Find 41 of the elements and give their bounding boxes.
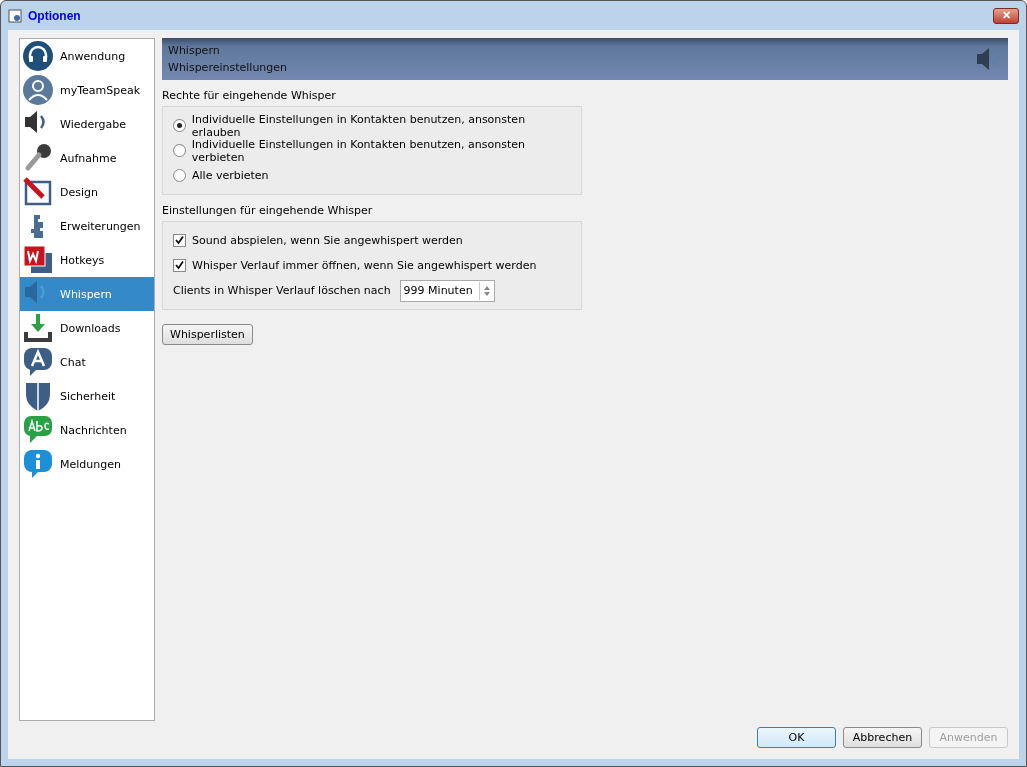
- category-item[interactable]: Aufnahme: [20, 141, 154, 175]
- category-item[interactable]: myTeamSpeak: [20, 73, 154, 107]
- category-item[interactable]: Design: [20, 175, 154, 209]
- dialog-button[interactable]: Abbrechen: [843, 727, 922, 748]
- hotkey-icon: [22, 244, 54, 276]
- message-bubble-icon: [22, 414, 54, 446]
- dialog-button[interactable]: OK: [757, 727, 836, 748]
- group-label: Einstellungen für eingehende Whisper: [162, 204, 373, 217]
- category-item[interactable]: Downloads: [20, 311, 154, 345]
- checkbox-label: Sound abspielen, wenn Sie angewhispert werden: [192, 234, 463, 247]
- settings-window-icon: [8, 8, 22, 23]
- chat-bubble-icon: [22, 346, 54, 378]
- category-item[interactable]: Erweiterungen: [20, 209, 154, 243]
- radio-label: Alle verbieten: [192, 169, 269, 182]
- category-item[interactable]: Whispern: [20, 277, 154, 311]
- checkbox[interactable]: [173, 259, 186, 272]
- checkbox[interactable]: [173, 234, 186, 247]
- category-item[interactable]: Wiedergabe: [20, 107, 154, 141]
- radio-label: Individuelle Einstellungen in Kontakten benutzen, ansonsten verbieten: [191, 137, 526, 164]
- page-title: Whispern: [168, 44, 221, 57]
- spin-label: Clients in Whisper Verlauf löschen nach: [173, 284, 391, 297]
- group-label: Rechte für eingehende Whisper: [162, 89, 336, 102]
- page-subtitle: Whispereinstellungen: [168, 61, 289, 74]
- checkbox-label: Whisper Verlauf immer öffnen, wenn Sie angewhispert werden: [192, 259, 537, 272]
- category-item[interactable]: Nachrichten: [20, 413, 154, 447]
- user-icon: [22, 74, 54, 106]
- minutes-spinbox[interactable]: 999 Minuten: [399, 279, 495, 302]
- pencil-icon: [22, 176, 54, 208]
- radio-button[interactable]: [173, 169, 186, 182]
- category-item[interactable]: Chat: [20, 345, 154, 379]
- info-bubble-icon: [22, 448, 54, 480]
- whisperlists-button[interactable]: Whisperlisten: [162, 324, 253, 345]
- category-item[interactable]: Hotkeys: [20, 243, 154, 277]
- category-item[interactable]: Anwendung: [20, 39, 154, 73]
- window-title: Optionen: [28, 8, 82, 23]
- radio-button[interactable]: [173, 144, 186, 157]
- category-item[interactable]: Sicherheit: [20, 379, 154, 413]
- download-icon: [22, 312, 54, 344]
- radio-button[interactable]: [173, 119, 186, 132]
- radio-label: Individuelle Einstellungen in Kontakten benutzen, ansonsten erlauben: [191, 112, 527, 139]
- category-item[interactable]: Meldungen: [20, 447, 154, 481]
